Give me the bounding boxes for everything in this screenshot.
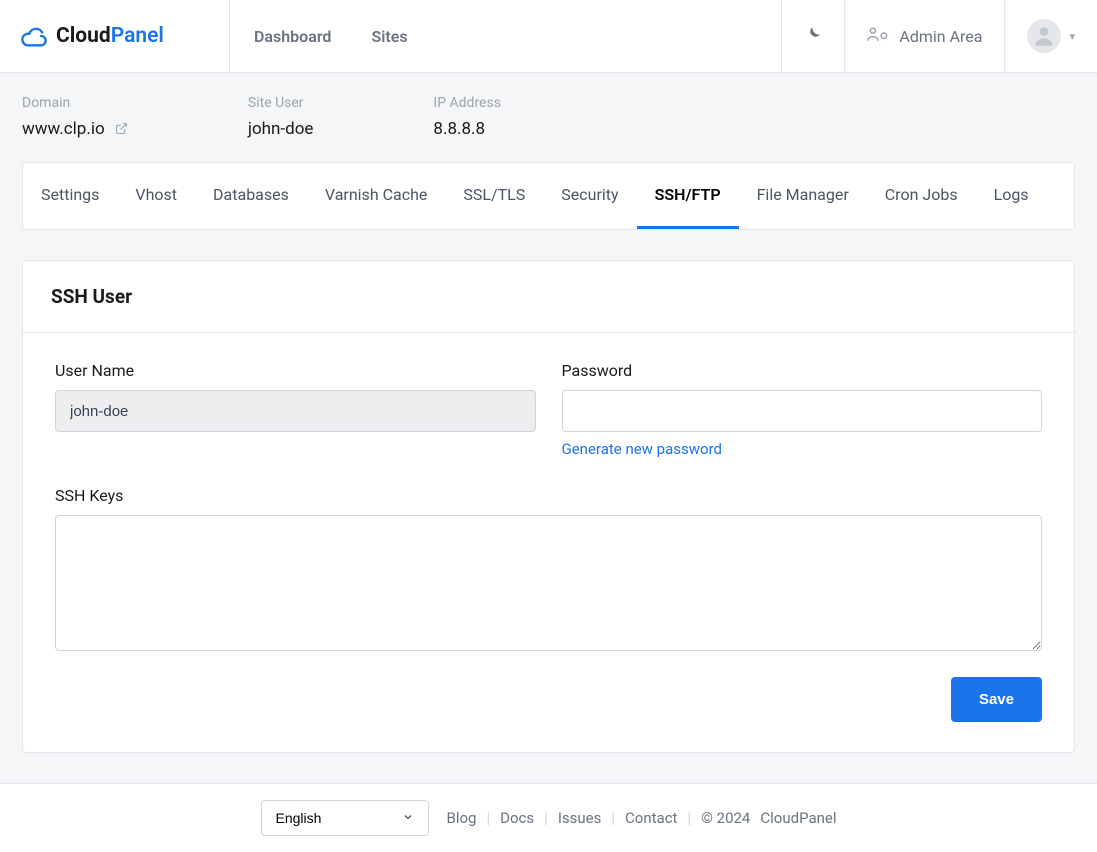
footer-docs[interactable]: Docs bbox=[500, 809, 534, 827]
theme-toggle[interactable] bbox=[781, 0, 844, 72]
tab-settings[interactable]: Settings bbox=[23, 163, 117, 229]
site-tabs: Settings Vhost Databases Varnish Cache S… bbox=[22, 162, 1075, 230]
admin-area-link[interactable]: Admin Area bbox=[844, 0, 1004, 72]
tab-ssl[interactable]: SSL/TLS bbox=[445, 163, 543, 229]
language-value: English bbox=[276, 810, 322, 826]
logo-text: CloudPanel bbox=[56, 24, 164, 48]
generate-password-link[interactable]: Generate new password bbox=[562, 440, 722, 458]
footer-brand: CloudPanel bbox=[760, 809, 836, 827]
footer-copyright: © 2024 bbox=[701, 809, 750, 827]
domain-block: Domain www.clp.io bbox=[22, 95, 128, 140]
ip-label: IP Address bbox=[433, 95, 501, 111]
ip-value: 8.8.8.8 bbox=[433, 119, 501, 139]
moon-icon bbox=[804, 25, 822, 47]
nav-sites[interactable]: Sites bbox=[371, 27, 407, 46]
logo[interactable]: CloudPanel bbox=[0, 0, 230, 72]
tab-databases[interactable]: Databases bbox=[195, 163, 307, 229]
content: Domain www.clp.io Site User john-doe IP … bbox=[0, 73, 1097, 783]
main-nav: Dashboard Sites bbox=[230, 0, 781, 72]
separator: | bbox=[486, 809, 490, 827]
password-label: Password bbox=[562, 361, 1043, 380]
ssh-user-card: SSH User User Name Password Generate new… bbox=[22, 260, 1075, 753]
topbar-right: Admin Area ▾ bbox=[781, 0, 1097, 72]
footer-contact[interactable]: Contact bbox=[625, 809, 677, 827]
sshkeys-label: SSH Keys bbox=[55, 486, 1042, 505]
ip-block: IP Address 8.8.8.8 bbox=[433, 95, 501, 140]
site-info: Domain www.clp.io Site User john-doe IP … bbox=[22, 95, 1075, 140]
chevron-down-icon: ▾ bbox=[1069, 30, 1075, 43]
admin-icon bbox=[867, 25, 889, 47]
chevron-down-icon bbox=[402, 811, 414, 826]
sshkeys-field-group: SSH Keys bbox=[55, 486, 1042, 655]
sshkeys-textarea[interactable] bbox=[55, 515, 1042, 651]
language-button[interactable]: English bbox=[261, 800, 429, 836]
footer-issues[interactable]: Issues bbox=[558, 809, 602, 827]
tab-vhost[interactable]: Vhost bbox=[117, 163, 195, 229]
domain-label: Domain bbox=[22, 95, 128, 111]
topbar: CloudPanel Dashboard Sites Admin Area ▾ bbox=[0, 0, 1097, 73]
password-input[interactable] bbox=[562, 390, 1043, 432]
password-field-group: Password Generate new password bbox=[562, 361, 1043, 458]
user-menu[interactable]: ▾ bbox=[1004, 0, 1097, 72]
username-label: User Name bbox=[55, 361, 536, 380]
avatar-icon bbox=[1027, 19, 1061, 53]
separator: | bbox=[611, 809, 615, 827]
tab-logs[interactable]: Logs bbox=[976, 163, 1047, 229]
cloud-icon bbox=[20, 22, 48, 50]
separator: | bbox=[544, 809, 548, 827]
admin-area-label: Admin Area bbox=[899, 27, 982, 46]
nav-dashboard[interactable]: Dashboard bbox=[254, 27, 331, 46]
site-user-block: Site User john-doe bbox=[248, 95, 314, 140]
language-select[interactable]: English bbox=[261, 800, 429, 836]
tab-security[interactable]: Security bbox=[543, 163, 636, 229]
username-field-group: User Name bbox=[55, 361, 536, 458]
site-user-value: john-doe bbox=[248, 119, 314, 139]
card-title: SSH User bbox=[23, 261, 1074, 333]
card-body: User Name Password Generate new password… bbox=[23, 333, 1074, 752]
tab-varnish[interactable]: Varnish Cache bbox=[307, 163, 446, 229]
footer: English Blog | Docs | Issues | Contact |… bbox=[0, 783, 1097, 852]
tab-sshftp[interactable]: SSH/FTP bbox=[637, 163, 739, 229]
site-user-label: Site User bbox=[248, 95, 314, 111]
domain-value[interactable]: www.clp.io bbox=[22, 119, 128, 140]
tab-filemanager[interactable]: File Manager bbox=[739, 163, 867, 229]
footer-blog[interactable]: Blog bbox=[447, 809, 477, 827]
separator: | bbox=[687, 809, 691, 827]
tab-cron[interactable]: Cron Jobs bbox=[867, 163, 976, 229]
external-link-icon bbox=[115, 120, 128, 140]
username-input[interactable] bbox=[55, 390, 536, 432]
footer-links: Blog | Docs | Issues | Contact | © 2024 … bbox=[447, 809, 837, 827]
save-button[interactable]: Save bbox=[951, 677, 1042, 722]
